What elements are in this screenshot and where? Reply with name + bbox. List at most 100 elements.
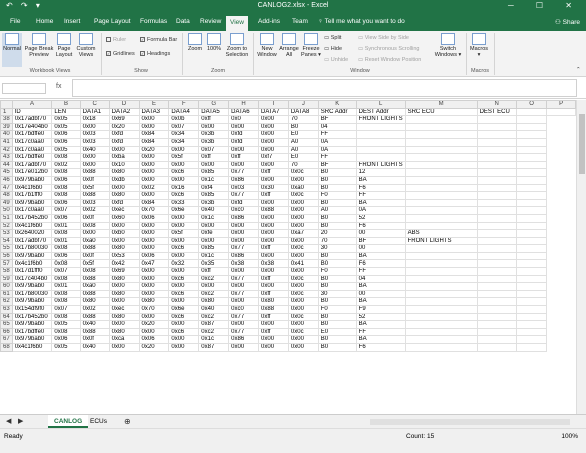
cell[interactable]: [476, 168, 517, 177]
column-header[interactable]: O: [515, 100, 548, 109]
cell[interactable]: 0xff: [258, 191, 289, 200]
cell[interactable]: 0x08: [51, 191, 81, 200]
cell[interactable]: [515, 343, 548, 352]
cell[interactable]: [515, 244, 548, 253]
cell[interactable]: 0x00: [168, 213, 200, 223]
cell[interactable]: 0x979bab0: [11, 251, 53, 261]
share-button[interactable]: ⚇ Share: [555, 18, 580, 26]
cell[interactable]: 0x06: [51, 198, 81, 208]
column-header[interactable]: I: [258, 100, 289, 109]
cell[interactable]: DATA1: [79, 107, 110, 117]
cell[interactable]: 0x0c: [287, 327, 319, 337]
cell[interactable]: [404, 305, 478, 314]
cell[interactable]: 0x34: [168, 137, 200, 147]
cell[interactable]: 0x00: [168, 282, 200, 291]
cell[interactable]: F6: [355, 343, 406, 352]
cell[interactable]: BA: [355, 320, 406, 329]
cell[interactable]: [476, 198, 517, 208]
cell[interactable]: B0: [317, 320, 357, 329]
cell[interactable]: 0x00: [138, 229, 170, 238]
cell[interactable]: [476, 343, 517, 352]
cell[interactable]: 0x00: [138, 160, 170, 170]
cell[interactable]: 0x00: [198, 221, 230, 231]
cell[interactable]: F9: [355, 305, 406, 314]
cell[interactable]: [404, 259, 478, 269]
row-header[interactable]: 45: [0, 168, 13, 177]
cell-table[interactable]: A B C D E F G H I J K L M N O P 1 ID LEN…: [0, 100, 576, 352]
hide-button[interactable]: ▭ Hide: [324, 46, 342, 52]
cell[interactable]: 0x08: [51, 312, 81, 322]
cell[interactable]: 0x00: [287, 305, 319, 314]
cell[interactable]: BF: [355, 236, 406, 246]
cell[interactable]: 0x07: [168, 122, 200, 132]
row-header[interactable]: 44: [0, 160, 13, 170]
cell[interactable]: 0x08: [51, 168, 81, 177]
cell[interactable]: 0xdb: [108, 175, 140, 185]
cell[interactable]: 0x40: [198, 206, 230, 215]
cell[interactable]: 0x80: [258, 297, 289, 307]
row-header[interactable]: 49: [0, 198, 13, 208]
cell[interactable]: 0x17c0aa0: [11, 206, 53, 215]
cell[interactable]: [476, 183, 517, 193]
cell[interactable]: 00: [355, 229, 406, 238]
cell[interactable]: 0x00: [168, 251, 200, 261]
cell[interactable]: [404, 168, 478, 177]
cell[interactable]: 0x00: [168, 267, 200, 276]
cell[interactable]: [355, 145, 406, 155]
cell[interactable]: 0x0: [228, 115, 260, 124]
cell[interactable]: 0x00: [287, 198, 319, 208]
cell[interactable]: [355, 153, 406, 162]
cell[interactable]: 0xff: [258, 244, 289, 253]
cell[interactable]: [515, 115, 548, 124]
row-header[interactable]: 53: [0, 229, 13, 238]
cell[interactable]: B0: [317, 343, 357, 352]
cell[interactable]: [404, 153, 478, 162]
row-header[interactable]: 42: [0, 145, 13, 155]
cell[interactable]: [515, 335, 548, 344]
cell[interactable]: 0x40: [79, 145, 110, 155]
cell[interactable]: 0x77: [228, 191, 260, 200]
row-header[interactable]: 50: [0, 206, 13, 215]
cell[interactable]: 04: [317, 122, 357, 132]
cell[interactable]: 70: [287, 115, 319, 124]
cell[interactable]: 0xff: [258, 289, 289, 299]
cell[interactable]: 0x00: [258, 175, 289, 185]
horizontal-scrollbar[interactable]: [370, 419, 570, 425]
row-header[interactable]: 54: [0, 236, 13, 246]
cell[interactable]: [515, 122, 548, 132]
cell[interactable]: 0xc6: [168, 191, 200, 200]
cell[interactable]: 0xfd: [228, 137, 260, 147]
cell[interactable]: 0xff: [258, 312, 289, 322]
cell[interactable]: 0x979bab0: [11, 175, 53, 185]
add-sheet-icon[interactable]: ⊕: [124, 417, 131, 426]
cell[interactable]: 0x0c: [287, 312, 319, 322]
cell[interactable]: [515, 191, 548, 200]
cell[interactable]: 0x88: [79, 327, 110, 337]
cell[interactable]: [476, 175, 517, 185]
cell[interactable]: 0x80: [138, 297, 170, 307]
cell[interactable]: [515, 137, 548, 147]
cell[interactable]: 0x00: [168, 160, 200, 170]
cell[interactable]: 0x06: [51, 175, 81, 185]
cell[interactable]: B0: [317, 175, 357, 185]
cell[interactable]: 0x00: [287, 343, 319, 352]
cell[interactable]: 0x00: [168, 343, 200, 352]
cell[interactable]: 0xfd: [108, 137, 140, 147]
cell[interactable]: 0x53: [108, 251, 140, 261]
cell[interactable]: 0x03: [79, 137, 110, 147]
cell[interactable]: 0x86: [228, 251, 260, 261]
cell[interactable]: [515, 282, 548, 291]
cell[interactable]: [476, 335, 517, 344]
formula-bar-checkbox[interactable]: ✓ Formula Bar: [140, 37, 177, 43]
cell[interactable]: [515, 305, 548, 314]
cell[interactable]: 0x05: [51, 122, 81, 132]
cell[interactable]: 0xfd: [108, 198, 140, 208]
cell[interactable]: 0x88: [258, 305, 289, 314]
cell[interactable]: FF: [355, 327, 406, 337]
cell[interactable]: DATA6: [228, 107, 260, 117]
cell[interactable]: 12: [355, 168, 406, 177]
tab-insert[interactable]: Insert: [64, 18, 80, 25]
cell[interactable]: 0x06: [138, 213, 170, 223]
column-header[interactable]: H: [228, 100, 260, 109]
cell[interactable]: 0x18: [79, 115, 110, 124]
